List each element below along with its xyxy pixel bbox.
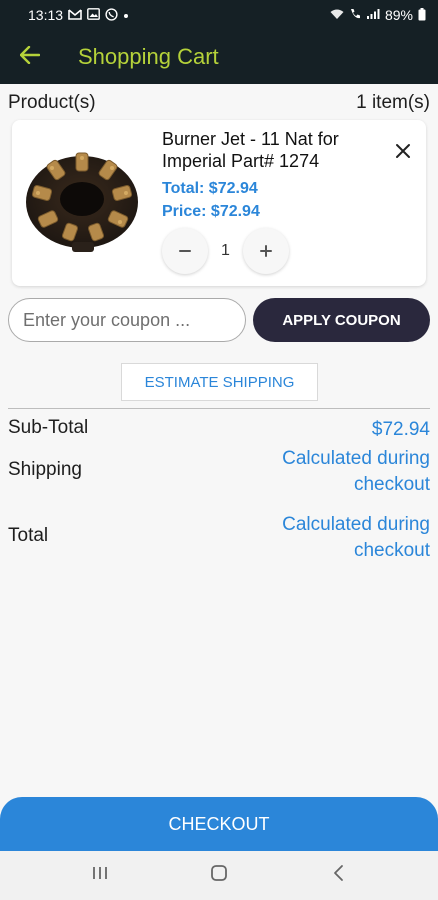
subtotal-label: Sub-Total	[8, 417, 89, 438]
shipping-row: Shipping Calculated during checkout	[8, 446, 430, 498]
status-bar-left: 13:13	[28, 7, 129, 23]
wifi-icon	[330, 9, 344, 22]
home-icon	[210, 864, 228, 887]
dot-icon	[123, 9, 129, 21]
battery-percentage: 89%	[384, 7, 413, 23]
shipping-label: Shipping	[8, 459, 82, 480]
home-button[interactable]	[189, 856, 249, 896]
recent-apps-button[interactable]	[70, 856, 130, 896]
app-bar: Shopping Cart	[0, 30, 438, 84]
divider	[8, 408, 430, 409]
status-bar-right: 89%	[330, 7, 426, 23]
cart-header: Product(s) 1 item(s)	[8, 92, 430, 114]
decrease-quantity-button[interactable]	[162, 228, 208, 274]
quantity-value: 1	[221, 242, 230, 259]
whatsapp-icon	[105, 7, 118, 23]
products-label: Product(s)	[8, 92, 96, 113]
shipping-value: Calculated during checkout	[282, 448, 430, 495]
remove-item-button[interactable]	[390, 140, 416, 166]
back-button[interactable]	[0, 30, 60, 84]
product-name[interactable]: Burner Jet - 11 Nat for Imperial Part# 1…	[162, 128, 382, 172]
product-image[interactable]	[20, 144, 150, 254]
system-back-button[interactable]	[308, 856, 368, 896]
total-value: Calculated during checkout	[282, 514, 430, 561]
checkout-button[interactable]: CHECKOUT	[0, 797, 438, 851]
signal-icon	[366, 8, 380, 22]
arrow-left-icon	[19, 45, 41, 69]
apply-coupon-button[interactable]: APPLY COUPON	[253, 298, 430, 342]
item-price: Price: $72.94	[162, 203, 260, 220]
subtotal-row: Sub-Total $72.94	[8, 417, 430, 443]
page-title: Shopping Cart	[78, 44, 219, 69]
cart-item-card: Burner Jet - 11 Nat for Imperial Part# 1…	[12, 120, 426, 286]
total-label: Total	[8, 525, 49, 546]
battery-icon	[418, 7, 426, 23]
minus-icon	[179, 240, 191, 263]
close-icon	[395, 143, 411, 164]
coupon-input[interactable]	[8, 298, 246, 342]
image-icon	[87, 8, 100, 22]
item-count: 1 item(s)	[356, 92, 430, 113]
call-icon	[349, 8, 361, 22]
total-row: Total Calculated during checkout	[8, 512, 430, 564]
back-icon	[332, 864, 344, 887]
system-nav-bar	[0, 851, 438, 900]
increase-quantity-button[interactable]	[243, 228, 289, 274]
estimate-shipping-button[interactable]: ESTIMATE SHIPPING	[121, 363, 318, 401]
status-time: 13:13	[28, 7, 64, 23]
plus-icon	[260, 240, 272, 263]
recent-apps-icon	[91, 865, 109, 886]
gmail-icon	[68, 8, 82, 22]
item-total: Total: $72.94	[162, 180, 258, 197]
subtotal-value: $72.94	[371, 419, 430, 440]
status-bar: 13:13 89%	[0, 0, 438, 30]
